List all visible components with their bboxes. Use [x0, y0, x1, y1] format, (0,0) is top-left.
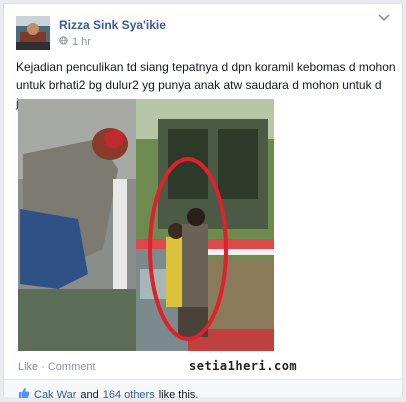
comment-link[interactable]: Comment — [48, 361, 96, 373]
watermark: setia1heri.com — [189, 359, 298, 373]
post-card: Rizza Sink Sya'ikie 1 hr Kejadian pencul… — [3, 3, 403, 401]
others-link[interactable]: 164 others — [103, 389, 155, 401]
post-actions: Like · Comment — [18, 361, 96, 373]
likes-suffix: like this. — [158, 388, 199, 401]
actions-separator: · — [41, 361, 45, 373]
like-link[interactable]: Like — [18, 361, 38, 373]
author-name[interactable]: Rizza Sink Sya'ikie — [59, 18, 166, 32]
post-photo[interactable] — [18, 99, 274, 351]
post-time[interactable]: 1 hr — [72, 36, 91, 48]
avatar[interactable] — [16, 16, 50, 50]
liker-name[interactable]: Cak War — [34, 389, 76, 401]
globe-icon — [59, 36, 68, 48]
likes-and: and — [80, 388, 99, 401]
post-meta: 1 hr — [59, 36, 91, 48]
chevron-down-icon[interactable] — [378, 14, 390, 24]
